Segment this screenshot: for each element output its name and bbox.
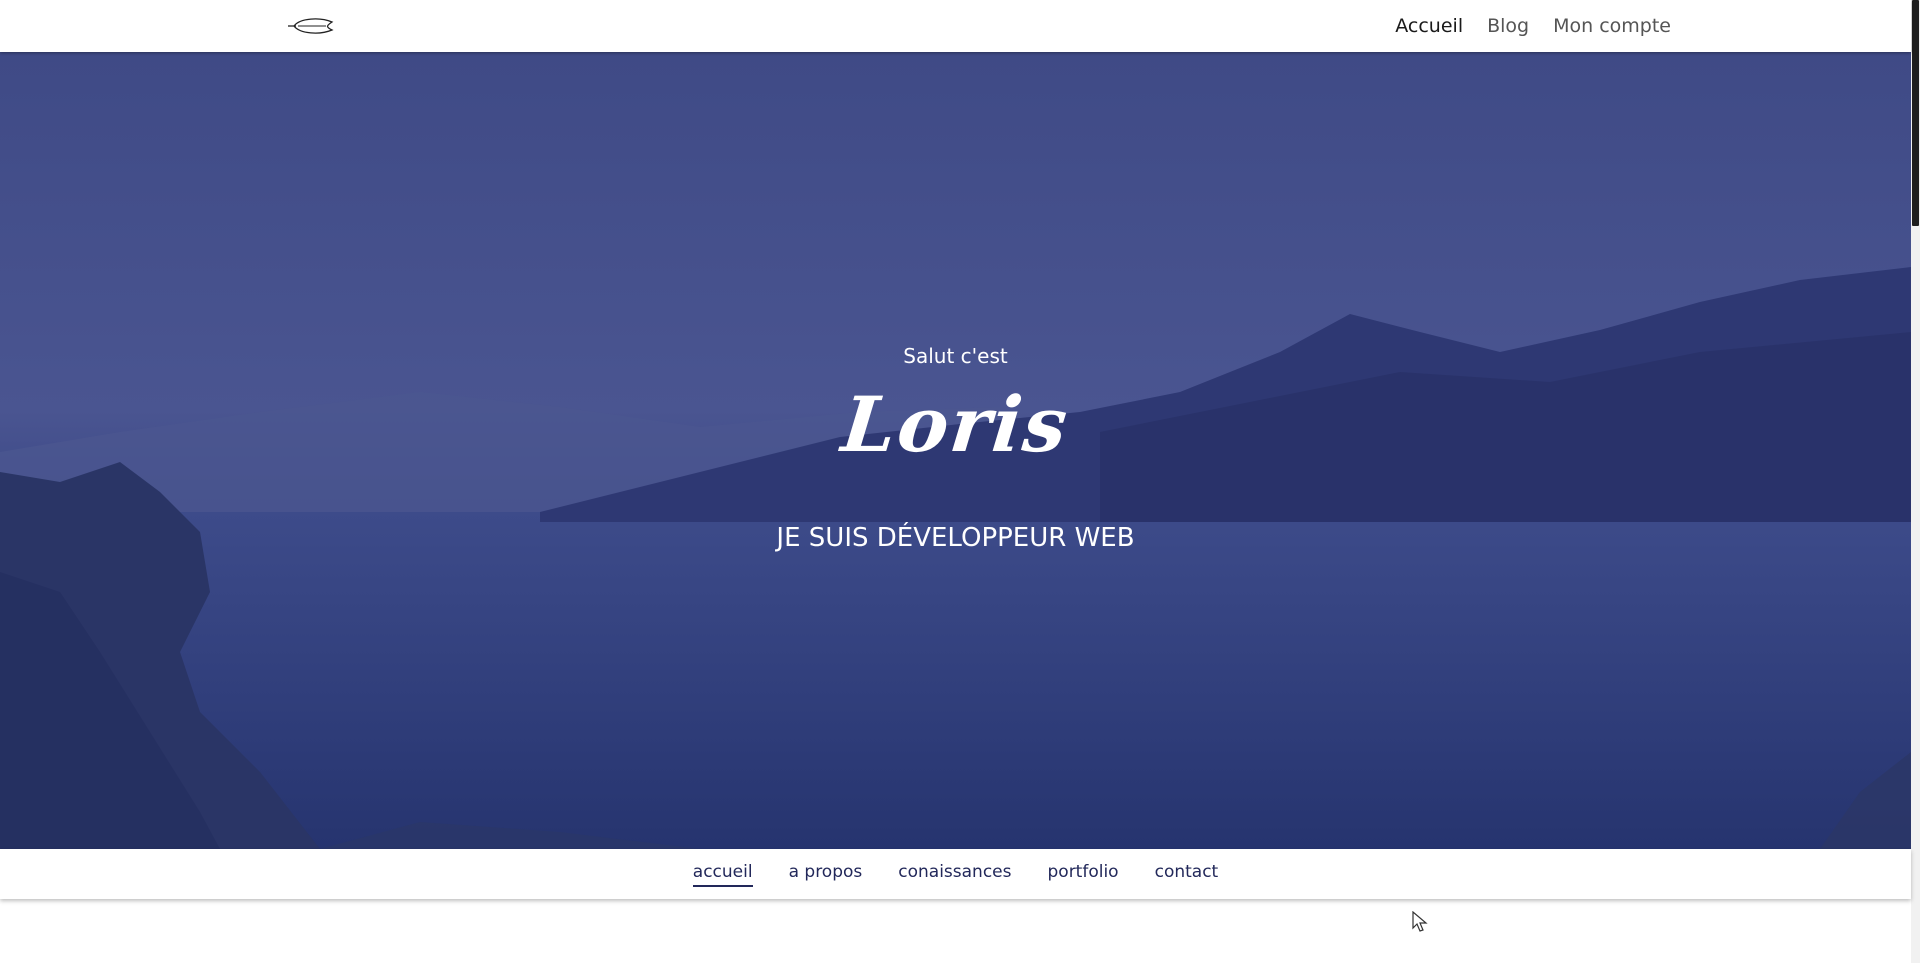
page-scrollbar[interactable]: [1911, 0, 1920, 963]
nav-accueil-link[interactable]: Accueil: [1395, 15, 1463, 37]
feather-icon[interactable]: [286, 14, 334, 38]
section-nav-a-propos[interactable]: a propos: [789, 862, 863, 887]
top-nav: Accueil Blog Mon compte: [1395, 0, 1671, 52]
mouse-cursor-icon: [1412, 911, 1428, 932]
hero-section: Salut c'est Loris JE SUIS DÉVELOPPEUR WE…: [0, 52, 1911, 849]
hero-greeting: Salut c'est: [903, 344, 1008, 368]
page: Accueil Blog Mon compte Salut c'est Lori…: [0, 0, 1920, 963]
scrollbar-thumb[interactable]: [1912, 0, 1919, 226]
hero-role: JE SUIS DÉVELOPPEUR WEB: [776, 523, 1135, 553]
section-nav-accueil[interactable]: accueil: [692, 862, 753, 887]
top-header: Accueil Blog Mon compte: [0, 0, 1911, 52]
nav-mon-compte-link[interactable]: Mon compte: [1553, 15, 1671, 37]
hero-name: Loris: [837, 380, 1074, 469]
section-nav-contact[interactable]: contact: [1155, 862, 1219, 887]
nav-blog-link[interactable]: Blog: [1487, 15, 1529, 37]
section-nav-portfolio[interactable]: portfolio: [1048, 862, 1119, 887]
section-nav-conaissances[interactable]: conaissances: [898, 862, 1011, 887]
hero-content: Salut c'est Loris JE SUIS DÉVELOPPEUR WE…: [0, 52, 1911, 849]
section-nav: accueil a propos conaissances portfolio …: [0, 849, 1911, 899]
